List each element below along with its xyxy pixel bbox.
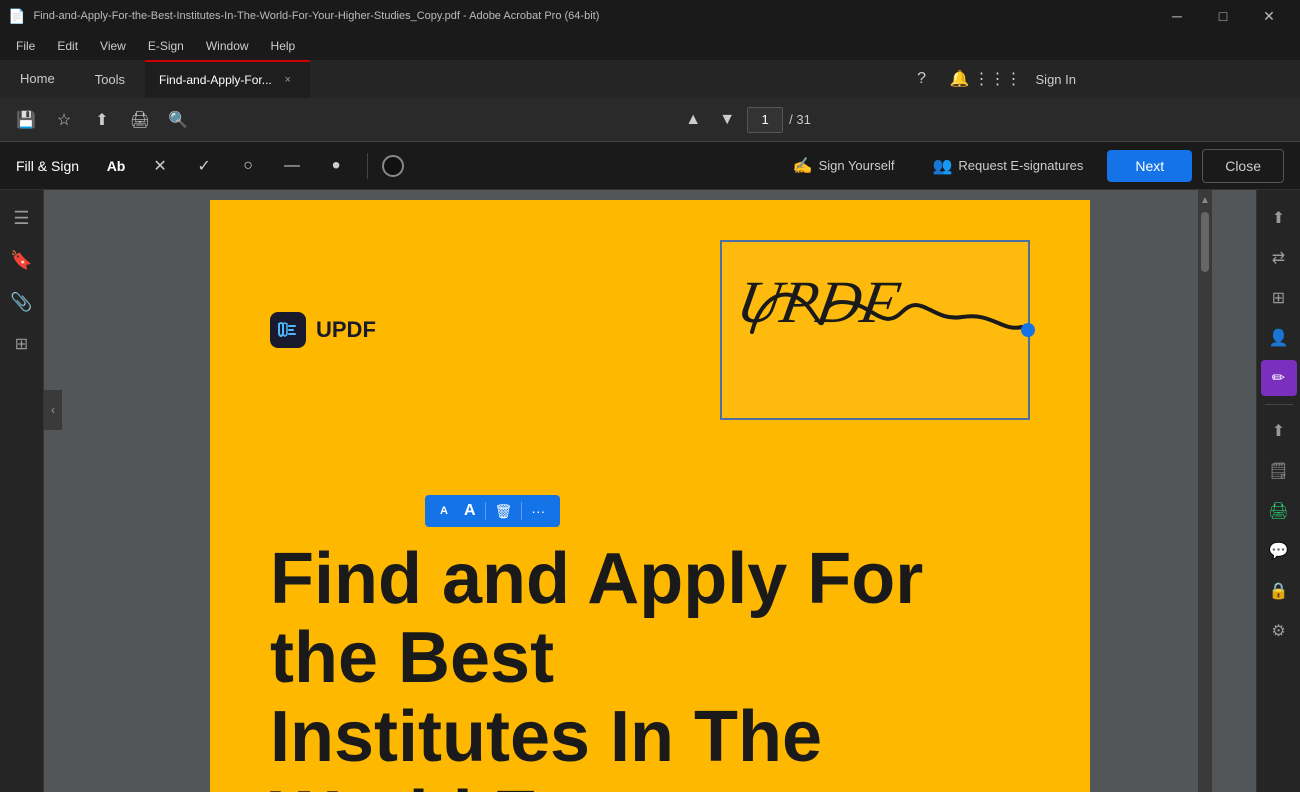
line-tool-button[interactable]: — [275,149,309,183]
pdf-viewer: ▲ UPDF [44,190,1256,792]
next-button[interactable]: Next [1107,150,1192,182]
signature-handle[interactable] [1021,323,1035,337]
page-down-button[interactable]: ▼ [713,106,741,134]
pdf-page: UPDF UPDF A A 🗑 ··· [210,200,1090,792]
tabbar: Home Tools Find-and-Apply-For... × ? 🔔 ⋮… [0,60,1300,98]
more-options-button[interactable]: ··· [524,500,552,522]
menubar: File Edit View E-Sign Window Help [0,32,1300,60]
tab-document[interactable]: Find-and-Apply-For... × [145,60,310,98]
text-format-toolbar: A A 🗑 ··· [425,495,560,527]
svg-text:UPDF: UPDF [732,269,905,335]
updf-logo-svg [274,316,302,344]
menu-view[interactable]: View [90,36,136,56]
sidebar-bookmarks-icon[interactable]: 🔖 [4,242,40,278]
tab-document-label: Find-and-Apply-For... [159,73,272,87]
app-icon: 📄 [8,8,25,25]
page-number-input[interactable] [747,107,783,133]
right-panel-fillsign-icon[interactable]: ✏ [1261,360,1297,396]
right-panel-redact-icon[interactable]: 👤 [1261,320,1297,356]
minimize-button[interactable]: ─ [1154,0,1200,32]
signature-box[interactable]: UPDF [720,240,1030,420]
menu-file[interactable]: File [6,36,45,56]
right-panel-security-icon[interactable]: 🔒 [1261,573,1297,609]
zoom-button[interactable]: 🔍 [162,104,194,136]
right-panel-share-icon[interactable]: ⬆ [1261,200,1297,236]
sign-yourself-button[interactable]: ✍ Sign Yourself [779,150,909,182]
fillsign-title: Fill & Sign [16,158,79,174]
menu-help[interactable]: Help [261,36,306,56]
main-area: ☰ 🔖 📎 ⊞ ‹ ▲ [0,190,1300,792]
request-icon: 👥 [932,156,952,176]
apps-button[interactable]: ⋮⋮⋮ [982,63,1014,95]
upload-button[interactable]: ⬆ [86,104,118,136]
decrease-font-button[interactable]: A [433,502,455,520]
right-panel-sep1 [1265,404,1293,405]
sidebar-attachments-icon[interactable]: 📎 [4,284,40,320]
right-panel-settings-icon[interactable]: ⚙ [1261,613,1297,649]
titlebar: 📄 Find-and-Apply-For-the-Best-Institutes… [0,0,1300,32]
text-toolbar-sep [485,502,486,520]
sidebar-pages-icon[interactable]: ☰ [4,200,40,236]
circle-tool-button[interactable]: ○ [231,149,265,183]
tab-close-button[interactable]: × [280,72,296,88]
window-controls: ─ □ ✕ [1154,0,1292,32]
updf-logo-text: UPDF [316,317,376,343]
right-panel-print2-icon[interactable]: 🖨 [1261,493,1297,529]
right-panel-organize-icon[interactable]: ⊞ [1261,280,1297,316]
signature-svg: UPDF [732,252,1032,402]
page-navigation: ▲ ▼ / 31 [679,106,811,134]
fillsign-actions: ✍ Sign Yourself 👥 Request E-signatures N… [779,149,1284,183]
toolbar: 💾 ☆ ⬆ 🖨 🔍 ▲ ▼ / 31 [0,98,1300,142]
maximize-button[interactable]: □ [1200,0,1246,32]
check-tool-button[interactable]: ✓ [187,149,221,183]
tab-tools[interactable]: Tools [75,60,145,98]
request-esignatures-button[interactable]: 👥 Request E-signatures [918,150,1097,182]
scrollbar: ▲ [1198,190,1212,792]
fillsign-bar: Fill & Sign Ab ✕ ✓ ○ — • ✍ Sign Yourself… [0,142,1300,190]
sign-yourself-icon: ✍ [793,156,813,176]
updf-logo-mark [270,312,306,348]
title-text: Find-and-Apply-For-the-Best-Institutes-I… [33,10,1146,22]
scroll-up-arrow[interactable]: ▲ [1199,192,1211,208]
text-toolbar-sep2 [521,502,522,520]
sign-in-button[interactable]: Sign In [1020,68,1092,91]
tabbar-right: ? 🔔 ⋮⋮⋮ Sign In [906,60,1100,98]
print-button[interactable]: 🖨 [124,104,156,136]
notifications-button[interactable]: 🔔 [944,63,976,95]
sidebar-layers-icon[interactable]: ⊞ [4,326,40,362]
menu-edit[interactable]: Edit [47,36,88,56]
close-window-button[interactable]: ✕ [1246,0,1292,32]
cross-tool-button[interactable]: ✕ [143,149,177,183]
close-fillsign-button[interactable]: Close [1202,149,1284,183]
save-button[interactable]: 💾 [10,104,42,136]
scroll-thumb[interactable] [1201,212,1209,272]
page-total: / 31 [789,112,811,127]
right-panel-convert-icon[interactable]: ⇄ [1261,240,1297,276]
right-panel-comment-icon[interactable]: 💬 [1261,533,1297,569]
right-panel-notes-icon[interactable]: 🗒 [1261,453,1297,489]
right-panel-upload2-icon[interactable]: ⬆ [1261,413,1297,449]
delete-text-button[interactable]: 🗑 [488,500,520,523]
menu-window[interactable]: Window [196,36,259,56]
tab-home[interactable]: Home [0,60,75,98]
pdf-header: UPDF UPDF [270,240,1030,420]
dot-tool-button[interactable]: • [319,149,353,183]
updf-logo: UPDF [270,312,376,348]
fillsign-separator [367,153,368,179]
help-icon-button[interactable]: ? [906,63,938,95]
text-tool-button[interactable]: Ab [99,149,133,183]
right-panel: ⬆ ⇄ ⊞ 👤 ✏ ⬆ 🗒 🖨 💬 🔒 ⚙ [1256,190,1300,792]
increase-font-button[interactable]: A [457,499,483,523]
left-sidebar: ☰ 🔖 📎 ⊞ [0,190,44,792]
bookmark-button[interactable]: ☆ [48,104,80,136]
menu-esign[interactable]: E-Sign [138,36,194,56]
sidebar-collapse-button[interactable]: ‹ [44,390,62,430]
pdf-heading: Find and Apply For the Best Institutes I… [270,540,1030,792]
color-picker[interactable] [382,155,404,177]
page-up-button[interactable]: ▲ [679,106,707,134]
